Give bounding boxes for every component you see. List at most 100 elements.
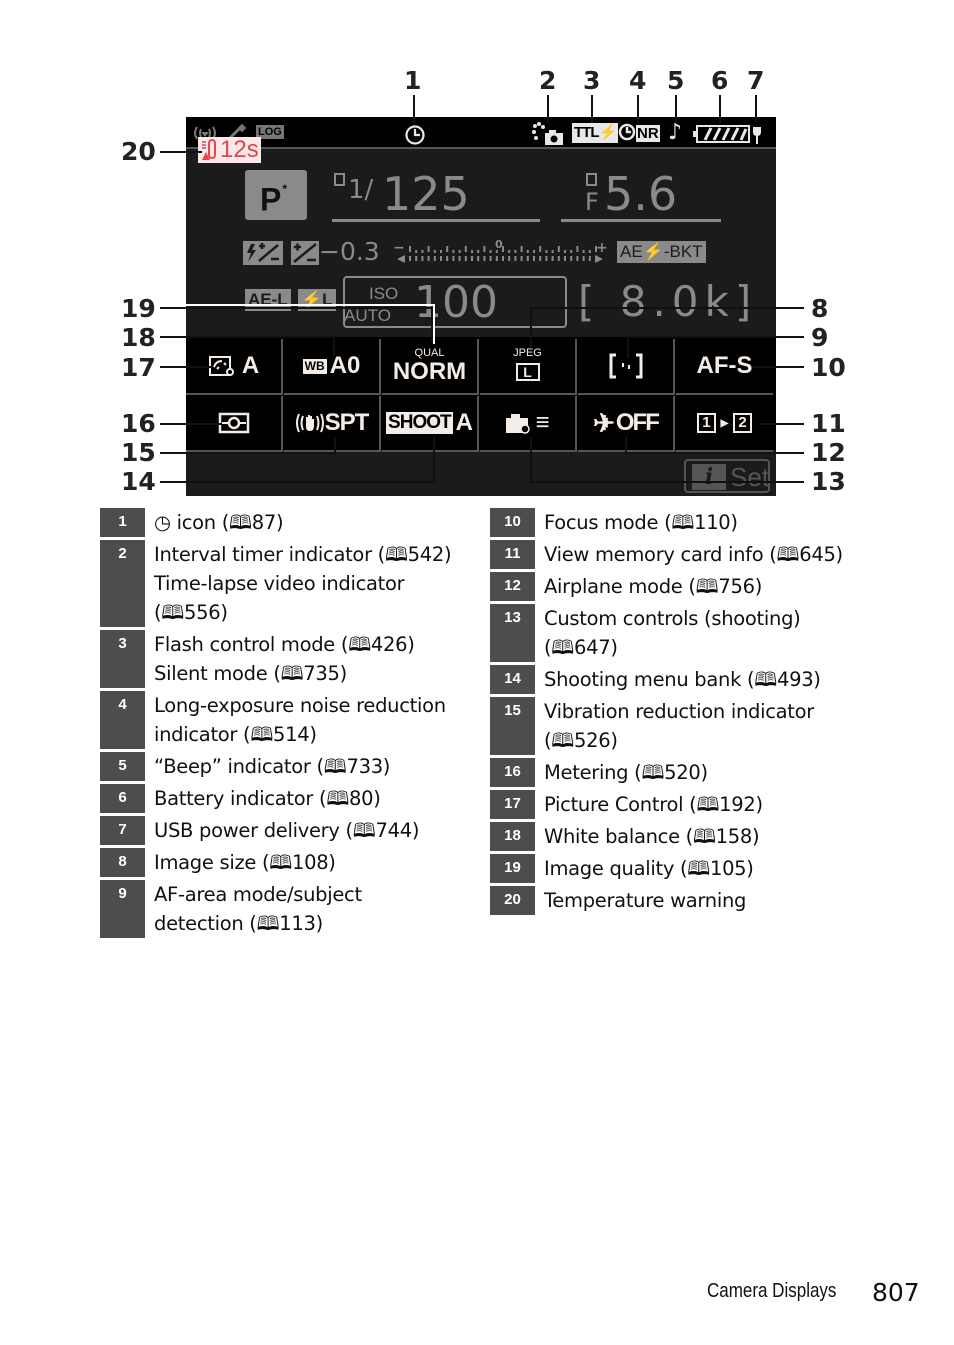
vibration-reduction-icon [295,413,324,433]
legend-number: 14 [490,665,535,694]
leader-16 [160,423,222,425]
meter-tick-bottom [551,256,554,261]
legend-row: 14 Shooting menu bank (🕮493) [490,665,870,694]
legend-text: Vibration reduction indicator (🕮526) [544,700,814,752]
meter-tick-top [446,246,449,252]
legend-number: 16 [490,758,535,787]
callout-19: 19 [121,294,156,323]
meter-left-arrow [397,255,405,263]
shutter-lock-icon [334,173,345,186]
legend-number: 5 [100,752,145,781]
leader-3 [591,95,593,123]
meter-tick-top [502,246,504,252]
meter-tick-top [545,250,548,253]
usb-power-icon [753,127,761,144]
meter-tick-bottom [421,256,424,261]
exposure-compensation-icon [291,241,319,265]
legend-number: 8 [100,848,145,877]
exposure-meter: − +0 [393,238,608,263]
meter-tick-bottom [483,256,486,261]
arrow-right-icon: ▶ [720,417,729,429]
clock-icon [618,123,636,141]
legend-row: 12 Airplane mode (🕮756) [490,572,870,601]
meter-tick-top [576,246,579,252]
image-size-cell[interactable]: JPEG L [480,339,577,395]
legend-number: 19 [490,854,535,883]
i-button-icon: i [692,464,726,490]
meter-tick-bottom [458,256,461,261]
legend-number: 7 [100,816,145,845]
leader-5 [675,95,677,123]
legend-number: 12 [490,572,535,601]
meter-tick-bottom [588,256,591,261]
status-bar: LOG TTL⚡ NR ♪ [186,117,776,149]
callout-13: 13 [811,467,846,496]
image-quality-cell[interactable]: QUAL NORM [382,339,479,395]
shutter-underline [332,219,540,222]
meter-tick-top [415,250,418,253]
leader-15 [160,452,336,454]
legend-text: Shooting menu bank (🕮493) [544,668,821,691]
callout-15: 15 [121,438,156,467]
meter-tick-bottom [427,256,430,261]
meter-minus: − [393,240,405,256]
leader-12 [625,452,804,454]
callout-2: 2 [539,66,557,95]
memory-card-info-cell[interactable]: 1 ▶ 2 [676,396,773,452]
legend-text: Custom controls (shooting) (🕮647) [544,607,801,659]
callout-4: 4 [629,66,647,95]
exposure-mode: P* [245,170,307,220]
meter-plus: + [596,240,608,256]
image-size-label: JPEG [513,347,542,359]
legend-row: 17 Picture Control (🕮192) [490,790,870,819]
meter-tick-bottom [533,256,535,261]
legend-row: 11 View memory card info (🕮645) [490,540,870,569]
legend-text: “Beep” indicator (🕮733) [154,755,391,778]
legend-number: 20 [490,886,535,915]
legend-text: Battery indicator (🕮80) [154,787,381,810]
legend-number: 2 [100,540,145,627]
callout-8: 8 [811,294,829,323]
i-set-button[interactable]: i Set [684,459,770,493]
card-slot-2-icon: 2 [733,413,752,433]
meter-tick-top [564,250,566,253]
legend-text: View memory card info (🕮645) [544,543,843,566]
shutter-speed: 125 [382,167,470,221]
meter-tick-top [582,250,585,253]
legend-text: Focus mode (🕮110) [544,511,738,534]
legend-number: 18 [490,822,535,851]
meter-tick-bottom [564,256,566,261]
af-area-icon [609,353,642,379]
meter-tick-top [514,250,517,253]
meter-tick-top [483,246,486,252]
legend-text: Metering (🕮520) [544,761,708,784]
meter-tick-bottom [495,256,498,261]
aperture-prefix: F [585,188,599,216]
callout-11: 11 [811,409,846,438]
menu-lines-icon: ≡ [535,409,550,436]
meter-tick-bottom [520,256,523,261]
leader-17 [160,366,212,368]
airplane-icon: ✈ [593,407,615,438]
interval-timer-icon [532,122,563,145]
custom-controls-cell[interactable]: ≡ [480,396,577,452]
meter-tick-bottom [464,256,467,261]
callout-14: 14 [121,467,156,496]
legend-row: 13 Custom controls (shooting) (🕮647) [490,604,870,662]
meter-tick-top [471,250,473,253]
meter-tick-top [427,246,430,252]
legend-text: Long-exposure noise reduction indicator … [154,694,446,746]
legend-text: White balance (🕮158) [544,825,760,848]
meter-tick-bottom [514,256,517,261]
meter-tick-bottom [433,256,436,261]
shooting-bank-cell[interactable]: SHOOT A [382,396,479,452]
legend-number: 15 [490,697,535,755]
callout-3: 3 [583,66,601,95]
legend-row: 9 AF-area mode/subject detection (🕮113) [100,880,480,938]
leader-12-up [625,437,627,454]
page-number: 807 [872,1278,920,1307]
vibration-reduction-cell[interactable]: SPT [284,396,381,452]
meter-tick-bottom [471,256,473,261]
meter-tick-bottom [570,256,573,261]
leader-18-down [333,336,335,356]
